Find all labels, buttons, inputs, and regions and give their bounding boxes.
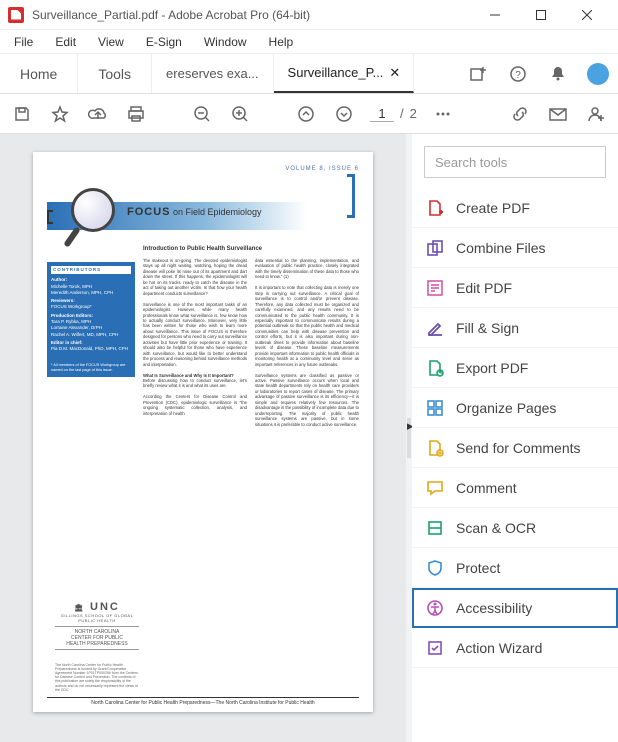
cloud-icon[interactable]	[86, 102, 110, 126]
mail-icon[interactable]	[546, 102, 570, 126]
tool-item-fill-sign[interactable]: Fill & Sign	[412, 308, 618, 348]
print-icon[interactable]	[124, 102, 148, 126]
account-avatar[interactable]	[578, 54, 618, 93]
focus-title: FOCUS on Field Epidemiology	[127, 206, 262, 218]
tool-item-label: Comment	[456, 480, 517, 496]
close-button[interactable]	[564, 0, 610, 30]
tool-item-label: Combine Files	[456, 240, 545, 256]
tool-item-comment[interactable]: Comment	[412, 468, 618, 508]
main-area: VOLUME 8, ISSUE 6 FOCUS on Field Epidemi…	[0, 134, 618, 742]
document-view[interactable]: VOLUME 8, ISSUE 6 FOCUS on Field Epidemi…	[0, 134, 406, 742]
body-columns: The stakeout is on-going. The devoted ep…	[143, 258, 359, 427]
magnifier-graphic	[61, 186, 125, 250]
tools-panel: Search tools Create PDF Combine Files Edit…	[412, 134, 618, 742]
menu-bar: File Edit View E-Sign Window Help	[0, 30, 618, 54]
edit-pdf-icon	[426, 279, 444, 297]
tool-item-label: Create PDF	[456, 200, 530, 216]
export-pdf-icon	[426, 359, 444, 377]
tool-item-edit-pdf[interactable]: Edit PDF	[412, 268, 618, 308]
accessibility-icon	[426, 599, 444, 617]
page-down-icon[interactable]	[332, 102, 356, 126]
page-number: / 2	[370, 106, 417, 122]
window-title: Surveillance_Partial.pdf - Adobe Acrobat…	[32, 8, 472, 22]
menu-window[interactable]: Window	[194, 33, 257, 51]
menu-esign[interactable]: E-Sign	[136, 33, 192, 51]
tool-item-label: Fill & Sign	[456, 320, 519, 336]
help-icon[interactable]: ?	[498, 54, 538, 93]
tool-item-label: Edit PDF	[456, 280, 512, 296]
tool-item-create-pdf[interactable]: Create PDF	[412, 188, 618, 228]
app-icon	[8, 7, 24, 23]
tab-doc-ereserves[interactable]: ereserves exa...	[152, 54, 274, 93]
tab-doc-surveillance[interactable]: Surveillance_P...✕	[274, 54, 414, 93]
tool-item-label: Scan & OCR	[456, 520, 536, 536]
fill-sign-icon	[426, 319, 444, 337]
menu-edit[interactable]: Edit	[45, 33, 86, 51]
title-bar: Surveillance_Partial.pdf - Adobe Acrobat…	[0, 0, 618, 30]
organize-pages-icon	[426, 399, 444, 417]
page-volume: VOLUME 8, ISSUE 6	[47, 166, 359, 172]
tool-item-action-wizard[interactable]: Action Wizard	[412, 628, 618, 668]
send-for-comments-icon	[426, 439, 444, 457]
tool-item-protect[interactable]: Protect	[412, 548, 618, 588]
tool-item-label: Organize Pages	[456, 400, 556, 416]
tool-item-label: Action Wizard	[456, 640, 542, 656]
tool-item-label: Protect	[456, 560, 500, 576]
action-wizard-icon	[426, 639, 444, 657]
contributors-box: CONTRIBUTORS Author: Michelle Torok, MPH…	[47, 262, 135, 377]
tool-item-accessibility[interactable]: Accessibility	[412, 588, 618, 628]
tool-list: Create PDF Combine Files Edit PDF Fill & Si…	[412, 188, 618, 742]
zoom-in-icon[interactable]	[228, 102, 252, 126]
tab-home[interactable]: Home	[0, 54, 78, 93]
comment-icon	[426, 479, 444, 497]
combine-files-icon	[426, 239, 444, 257]
link-icon[interactable]	[508, 102, 532, 126]
scan-ocr-icon	[426, 519, 444, 537]
tool-item-label: Accessibility	[456, 600, 532, 616]
tool-item-label: Send for Comments	[456, 440, 581, 456]
minimize-button[interactable]	[472, 0, 518, 30]
toolbar: / 2	[0, 94, 618, 134]
menu-file[interactable]: File	[4, 33, 43, 51]
tool-item-organize-pages[interactable]: Organize Pages	[412, 388, 618, 428]
tool-item-label: Export PDF	[456, 360, 528, 376]
menu-help[interactable]: Help	[259, 33, 304, 51]
tool-item-export-pdf[interactable]: Export PDF	[412, 348, 618, 388]
create-pdf-icon	[426, 199, 444, 217]
search-tools-input[interactable]: Search tools	[424, 146, 606, 178]
page-footer: North Carolina Center for Public Health …	[47, 697, 359, 706]
star-icon[interactable]	[48, 102, 72, 126]
intro-heading: Introduction to Public Health Surveillan…	[143, 246, 262, 252]
tool-item-scan-ocr[interactable]: Scan & OCR	[412, 508, 618, 548]
tool-item-combine-files[interactable]: Combine Files	[412, 228, 618, 268]
svg-text:?: ?	[515, 70, 521, 81]
unc-block: 🏛 UNC GILLINGS SCHOOL OF GLOBAL PUBLIC H…	[55, 601, 139, 650]
add-tab-icon[interactable]	[458, 54, 498, 93]
bell-icon[interactable]	[538, 54, 578, 93]
tab-bar: Home Tools ereserves exa... Surveillance…	[0, 54, 618, 94]
page-up-icon[interactable]	[294, 102, 318, 126]
page-total: 2	[410, 106, 417, 121]
zoom-out-icon[interactable]	[190, 102, 214, 126]
close-tab-icon[interactable]: ✕	[389, 65, 400, 81]
menu-view[interactable]: View	[88, 33, 134, 51]
page-current-input[interactable]	[370, 106, 394, 122]
pdf-page: VOLUME 8, ISSUE 6 FOCUS on Field Epidemi…	[33, 152, 373, 712]
user-add-icon[interactable]	[584, 102, 608, 126]
maximize-button[interactable]	[518, 0, 564, 30]
splitter-handle-icon: ▸	[407, 418, 411, 458]
more-icon[interactable]	[431, 102, 455, 126]
save-icon[interactable]	[10, 102, 34, 126]
tool-item-send-for-comments[interactable]: Send for Comments	[412, 428, 618, 468]
protect-icon	[426, 559, 444, 577]
tab-tools[interactable]: Tools	[78, 54, 152, 93]
